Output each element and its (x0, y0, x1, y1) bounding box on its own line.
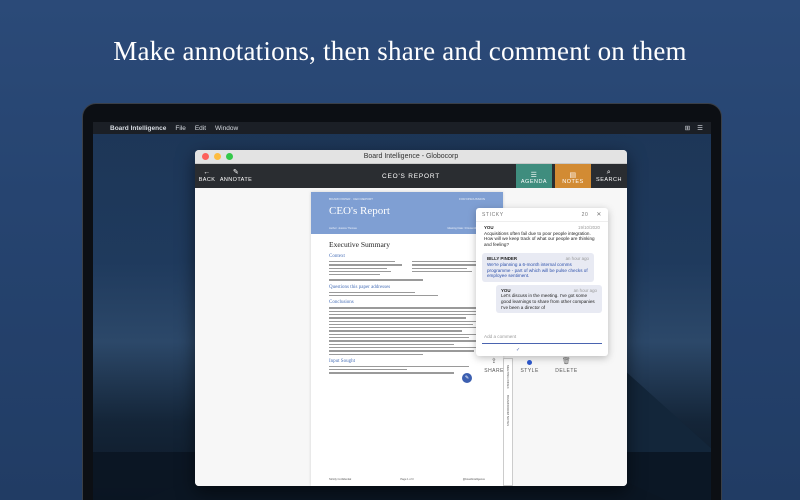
footer-confidential: Strictly Confidential (329, 478, 352, 481)
strip-label: BOARDROOM NOTES (506, 394, 510, 426)
comment-text: Acquisitions often fail due to poor peop… (484, 230, 595, 247)
text-columns (329, 261, 485, 276)
sticky-count: 20 (581, 211, 589, 218)
banner-status: FOR DISCUSSION (459, 197, 485, 201)
delete-button[interactable]: 🗑 DELETE (555, 358, 577, 384)
trash-icon: 🗑 (561, 358, 572, 365)
headline: Make annotations, then share and comment… (113, 36, 687, 66)
window-title: Board Intelligence - Globocorp (363, 153, 459, 160)
comment: YOU 19/10/2020 Acquisitions often fail d… (476, 222, 608, 250)
arrow-left-icon: ← (203, 169, 211, 176)
delete-label: DELETE (555, 368, 578, 374)
sticky-panel: STICKY 20 ✕ YOU 19/10/2020 Acquisitions … (476, 208, 608, 356)
section-heading: Executive Summary (329, 240, 391, 249)
title-bar: Board Intelligence - Globocorp (195, 150, 627, 164)
sticky-header: STICKY 20 ✕ (476, 208, 608, 222)
back-button[interactable]: ← BACK (195, 164, 219, 188)
page-number: Page 1 of 3 (400, 478, 414, 481)
notes-label: NOTES (562, 179, 584, 185)
agenda-label: AGENDA (520, 179, 548, 185)
style-label: STYLE (520, 368, 539, 374)
annotation-marker[interactable]: ✎ (462, 373, 472, 383)
laptop-frame: Board Intelligence File Edit Window ⊞ ☰ … (82, 103, 722, 500)
sticky-actions: ⇪ SHARE STYLE 🗑 DELETE (476, 358, 586, 384)
comment-time: 19/10/2020 (578, 225, 600, 230)
sticky-title: STICKY (482, 211, 504, 218)
section-title: Questions this paper addresses (329, 284, 391, 290)
color-swatch-icon (527, 359, 533, 365)
notes-icon: ▤ (569, 172, 577, 179)
comment-text: We're planning a 6-month internal comms … (487, 261, 588, 279)
menu-list-icon[interactable]: ☰ (697, 124, 703, 132)
page-author: Author: Jessica Thomas (329, 227, 357, 230)
page-footer: Strictly Confidential Page 1 of 3 @board… (329, 478, 485, 481)
share-button[interactable]: ⇪ SHARE (484, 358, 504, 384)
close-icon[interactable]: ✕ (596, 211, 602, 218)
comment-text: Let's discuss in the meeting. I've got s… (501, 293, 595, 310)
share-icon: ⇪ (490, 358, 498, 365)
footer-handle: @boardintelligence (462, 478, 485, 481)
document-viewer[interactable]: BOARD PAPER · CEO REPORT FOR DISCUSSION … (195, 188, 627, 486)
menu-bar: Board Intelligence File Edit Window ⊞ ☰ (93, 122, 711, 134)
toolbar: ← BACK ✎ ANNOTATE CEO'S REPORT ☰ AGENDA … (195, 164, 627, 188)
tab-agenda[interactable]: ☰ AGENDA (516, 164, 552, 188)
menu-app-name[interactable]: Board Intelligence (110, 125, 166, 132)
banner-label: BOARD PAPER · CEO REPORT (329, 197, 373, 201)
menu-edit[interactable]: Edit (195, 125, 206, 132)
document-page[interactable]: BOARD PAPER · CEO REPORT FOR DISCUSSION … (311, 192, 503, 486)
app-window: Board Intelligence - Globocorp ← BACK ✎ … (195, 150, 627, 486)
comment-bubble: BILLY PINDER an hour ago We're planning … (482, 253, 594, 282)
control-center-icon[interactable]: ⊞ (685, 124, 690, 132)
comment-bubble: YOU an hour ago Let's discuss in the mee… (496, 284, 602, 314)
search-label: SEARCH (596, 177, 622, 183)
share-label: SHARE (484, 368, 504, 374)
page-title: CEO's Report (329, 205, 390, 217)
comment-input[interactable]: Add a comment (482, 330, 602, 344)
page-body: Executive Summary Context Questions this… (311, 234, 503, 380)
page-banner: BOARD PAPER · CEO REPORT FOR DISCUSSION … (311, 192, 503, 234)
menu-window[interactable]: Window (215, 125, 238, 132)
checkmark-icon: ✓ (516, 347, 521, 353)
search-button[interactable]: ⌕ SEARCH (591, 164, 627, 188)
desktop: Board Intelligence File Edit Window ⊞ ☰ … (93, 122, 711, 500)
pen-icon: ✎ (232, 169, 240, 176)
list-icon: ☰ (530, 172, 538, 179)
menu-file[interactable]: File (175, 125, 185, 132)
section-title: Conclusions (329, 300, 354, 306)
annotate-label: ANNOTATE (219, 177, 253, 183)
tab-notes[interactable]: ▤ NOTES (555, 164, 591, 188)
search-icon: ⌕ (606, 169, 612, 176)
back-label: BACK (198, 177, 216, 183)
section-title: Context (329, 254, 345, 259)
section-title: Input Sought (329, 358, 355, 364)
annotate-button[interactable]: ✎ ANNOTATE (219, 164, 253, 188)
style-button[interactable]: STYLE (520, 358, 538, 384)
comment-author: YOU (484, 225, 494, 230)
